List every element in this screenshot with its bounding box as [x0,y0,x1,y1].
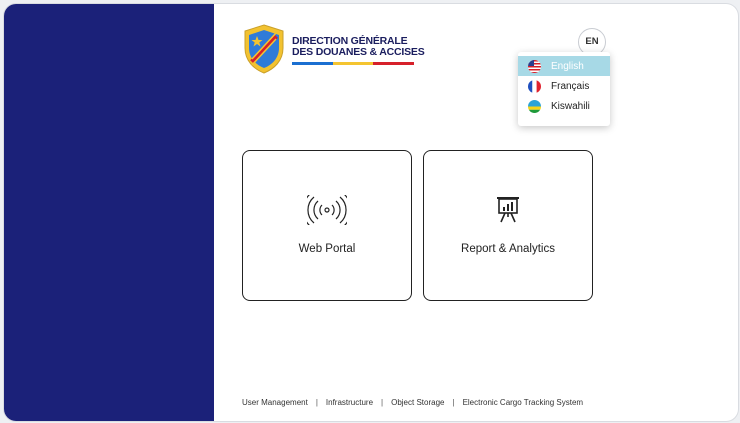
sidebar [4,4,214,421]
footer-link-object-storage[interactable]: Object Storage [391,398,444,407]
footer-link-user-management[interactable]: User Management [242,398,308,407]
report-analytics-label: Report & Analytics [461,243,555,255]
brand-name: DIRECTION GÉNÉRALE DES DOUANES & ACCISES [292,36,425,58]
customs-emblem-icon [244,24,284,74]
web-portal-card[interactable]: Web Portal [242,150,412,301]
app-window: DIRECTION GÉNÉRALE DES DOUANES & ACCISES… [4,4,738,421]
footer-separator: | [381,398,384,407]
brand-logo: DIRECTION GÉNÉRALE DES DOUANES & ACCISES [242,24,428,80]
fr-flag-icon [528,79,541,93]
footer-separator: | [452,398,455,407]
us-flag-icon [528,59,541,73]
language-option-kiswahili[interactable]: Kiswahili [518,96,610,116]
footer-separator: | [315,398,318,407]
rw-flag-icon [528,99,541,113]
brand-stripe [292,62,415,65]
web-portal-label: Web Portal [298,243,356,255]
report-analytics-card[interactable]: Report & Analytics [423,150,593,301]
language-dropdown-menu: English Français Kiswahili [518,52,610,126]
language-option-english[interactable]: English [518,56,610,76]
language-option-french[interactable]: Français [518,76,610,96]
footer-link-infrastructure[interactable]: Infrastructure [326,398,373,407]
footer-links: User Management | Infrastructure | Object St… [242,398,583,407]
main-content: DIRECTION GÉNÉRALE DES DOUANES & ACCISES… [214,4,738,421]
language-option-label: Kiswahili [551,100,590,112]
presentation-chart-icon [497,197,519,223]
footer-link-cargo-tracking[interactable]: Electronic Cargo Tracking System [463,398,584,407]
brand-name-line2: DES DOUANES & ACCISES [292,46,425,58]
wireless-signal-icon [307,195,347,225]
language-option-label: Français [551,80,590,92]
language-option-label: English [551,60,584,72]
